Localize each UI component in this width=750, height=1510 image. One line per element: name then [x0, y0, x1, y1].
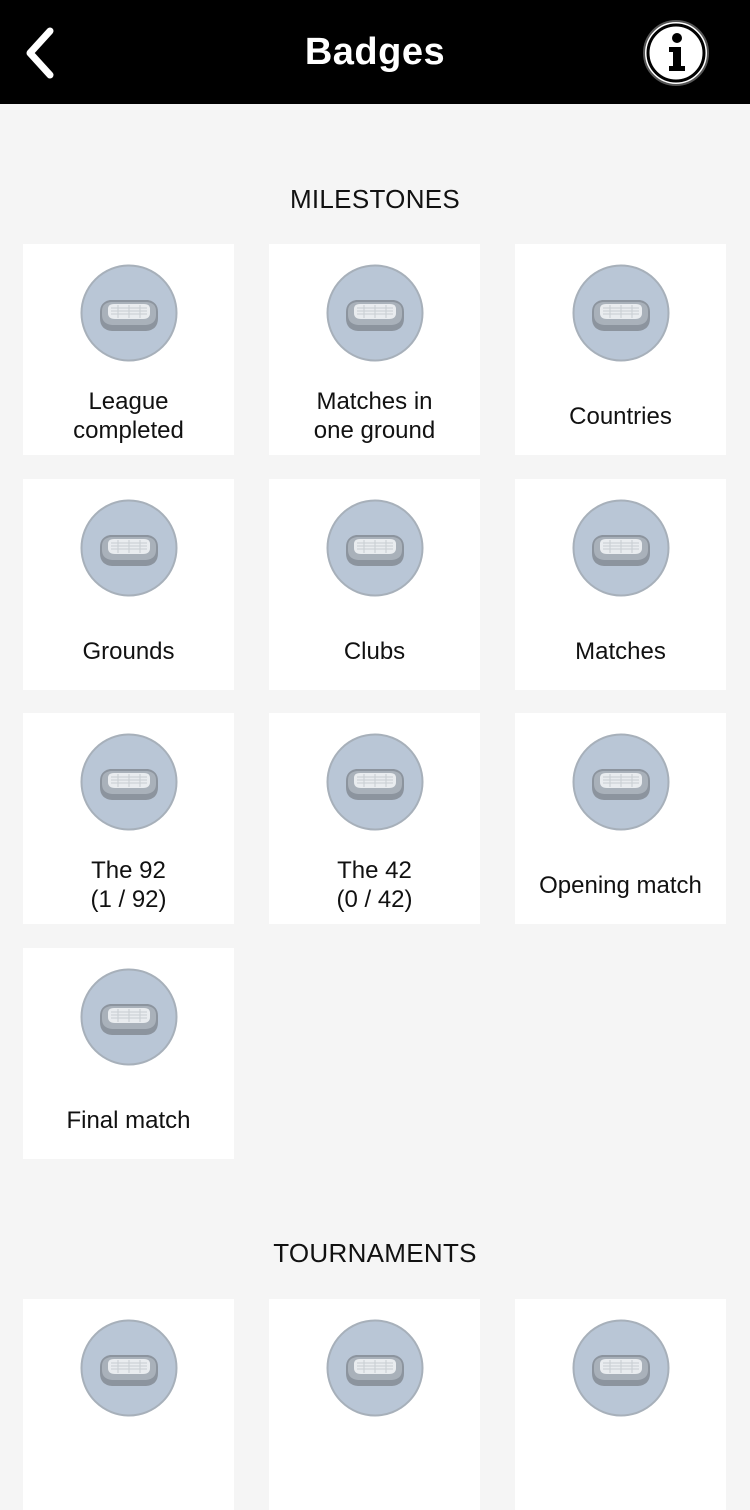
- milestone-badge-card[interactable]: Matches in one ground: [269, 244, 480, 455]
- stadium-badge-icon: [572, 499, 670, 597]
- milestone-badge-card[interactable]: League completed: [23, 244, 234, 455]
- badge-label: League completed: [73, 388, 184, 444]
- milestone-badge-card[interactable]: Clubs: [269, 479, 480, 690]
- badge-label: Grounds: [82, 637, 175, 665]
- badge-label: The 92 (1 / 92): [90, 857, 167, 913]
- stadium-badge-icon: [326, 264, 424, 362]
- tournament-badge-card[interactable]: [23, 1299, 234, 1510]
- badge-label: Final match: [66, 1106, 191, 1134]
- badge-label: Clubs: [343, 637, 406, 665]
- badge-label: The 42 (0 / 42): [336, 857, 413, 913]
- milestone-badge-card[interactable]: The 42 (0 / 42): [269, 713, 480, 924]
- milestone-badge-card[interactable]: Grounds: [23, 479, 234, 690]
- section-title-tournaments: TOURNAMENTS: [273, 1238, 477, 1268]
- stadium-badge-icon: [326, 733, 424, 831]
- badge-label: Opening match: [539, 871, 702, 899]
- page-title: Badges: [304, 30, 446, 73]
- milestone-badge-card[interactable]: Final match: [23, 948, 234, 1159]
- stadium-badge-icon: [80, 733, 178, 831]
- milestone-badge-card[interactable]: The 92 (1 / 92): [23, 713, 234, 924]
- nav-bar: Badges: [0, 0, 750, 104]
- badge-label: Countries: [569, 402, 672, 430]
- milestone-badge-card[interactable]: Countries: [515, 244, 726, 455]
- stadium-badge-icon: [80, 968, 178, 1066]
- stadium-badge-icon: [80, 499, 178, 597]
- stadium-badge-icon: [572, 264, 670, 362]
- section-title-milestones: MILESTONES: [289, 184, 461, 214]
- stadium-badge-icon: [572, 733, 670, 831]
- stadium-badge-icon: [80, 264, 178, 362]
- milestone-badge-card[interactable]: Opening match: [515, 713, 726, 924]
- tournament-badge-card[interactable]: [269, 1299, 480, 1510]
- stadium-badge-icon: [326, 499, 424, 597]
- milestone-badge-card[interactable]: Matches: [515, 479, 726, 690]
- tournament-badge-card[interactable]: [515, 1299, 726, 1510]
- badge-label: Matches: [575, 637, 666, 665]
- info-icon: [643, 20, 709, 86]
- info-button[interactable]: [642, 19, 710, 87]
- badge-label: Matches in one ground: [313, 388, 436, 444]
